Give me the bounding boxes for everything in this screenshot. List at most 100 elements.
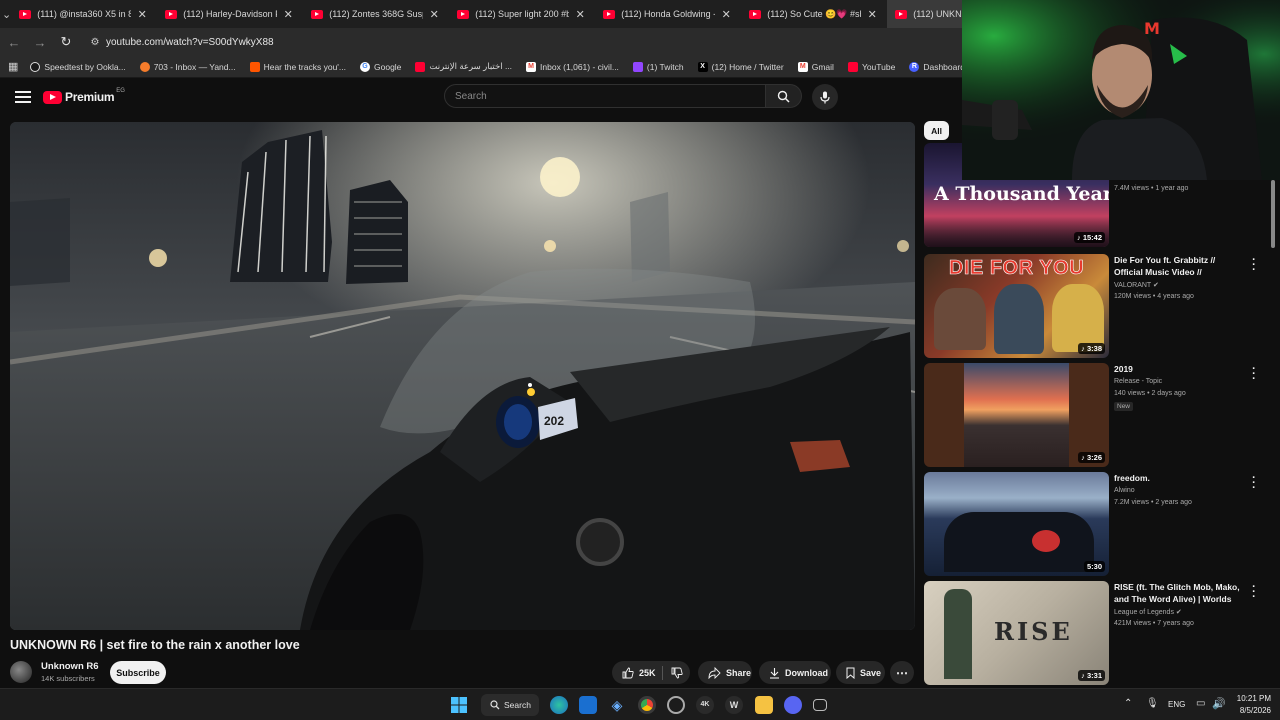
microphone-icon[interactable]: 🎙 [1146,698,1159,709]
clock-time[interactable]: 10:21 PM [1233,694,1271,703]
menu-icon[interactable] [15,91,31,103]
video-player[interactable]: 202 [10,122,915,630]
chrome-icon[interactable] [638,696,656,714]
bookmark-item[interactable]: G Google [360,61,401,72]
clock-app-icon[interactable] [667,696,685,714]
video-thumbnail[interactable]: RISE ♪ 3:31 [924,581,1109,685]
verified-icon: ✔ [1153,282,1159,289]
reload-icon[interactable]: ↻ [54,30,78,54]
more-vertical-icon[interactable]: · · · [1250,364,1258,385]
close-icon[interactable]: ✕ [865,8,879,21]
channel-name: Alwino [1114,487,1135,494]
like-button[interactable]: 25K [612,667,662,679]
tab-label: (112) Super light 200 #bobl [475,9,570,19]
webcam-frame: M [962,0,1280,180]
tab-label: (112) Honda Goldwing - Yo [621,9,715,19]
more-vertical-icon[interactable]: · · · [1250,255,1258,276]
apps-grid-icon[interactable]: ▦ [8,60,18,73]
chip-all[interactable]: All [924,121,949,140]
subscribe-button[interactable]: Subscribe [110,661,166,684]
app-icon[interactable]: ◈ [608,696,626,714]
download-button[interactable]: Download [759,661,831,684]
scrollbar[interactable] [1270,178,1276,678]
browser-tab[interactable]: (112) Honda Goldwing - Yo ✕ [595,0,741,28]
browser-tab[interactable]: (112) Harley-Davidson FXSB ✕ [157,0,303,28]
volume-icon[interactable]: 🔊 [1212,697,1226,710]
bookmark-label: Hear the tracks you'... [263,61,346,72]
close-icon[interactable]: ✕ [573,8,587,21]
more-vertical-icon[interactable]: · · · [1250,582,1258,603]
more-actions-button[interactable]: ⋯ [890,661,914,684]
video-thumbnail[interactable]: 5:30 [924,472,1109,576]
tray-overflow-icon[interactable]: ⌃ [1124,698,1132,709]
network-icon[interactable]: ▭ [1196,698,1205,709]
avatar[interactable] [10,661,32,683]
search-button[interactable] [766,84,802,108]
bookmark-item[interactable]: (1) Twitch [632,61,684,72]
voice-search-button[interactable] [812,84,838,110]
bookmark-item[interactable]: M Inbox (1,061) - civil... [526,61,619,72]
bookmarks-bar: ▦ Speedtest by Ookla... 703 - Inbox — Ya… [0,56,1005,78]
file-explorer-icon[interactable] [755,696,773,714]
video-thumbnail[interactable]: ♪ 3:26 [924,363,1109,467]
taskbar-search[interactable]: Search [481,694,539,716]
close-icon[interactable]: ✕ [135,8,149,21]
browser-tab[interactable]: (112) Super light 200 #bobl✕ [449,0,595,28]
recommendation-item[interactable]: RISE ♪ 3:31 RISE (ft. The Glitch Mob, Ma… [924,581,1274,685]
windows-start-icon[interactable] [450,696,468,714]
clock-date[interactable]: 8/5/2026 [1233,706,1271,715]
url-text: youtube.com/watch?v=S00dYwkyX88 [106,36,274,48]
bookmark-item[interactable]: 703 - Inbox — Yand... [139,61,236,72]
recommendation-item[interactable]: ♪ 3:26 2019 Release - Topic 140 views • … [924,363,1274,467]
edge-icon[interactable] [550,696,568,714]
music-icon [249,61,260,72]
dislike-button[interactable] [663,667,683,679]
close-icon[interactable]: ✕ [719,8,733,21]
youtube-favicon-icon [311,9,324,19]
taskbar-search-label: Search [504,700,531,710]
video-title-text: 2019 [1114,364,1133,374]
close-icon[interactable]: ✕ [427,8,441,21]
share-button[interactable]: Share [698,661,752,684]
close-icon[interactable]: ✕ [281,8,295,21]
language-indicator[interactable]: ENG [1168,700,1185,709]
more-vertical-icon[interactable]: · · · [1250,473,1258,494]
url-field[interactable]: ⚙ youtube.com/watch?v=S00dYwkyX88 [86,31,946,53]
save-button[interactable]: Save [836,661,885,684]
bookmark-item[interactable]: Hear the tracks you'... [249,61,346,72]
back-icon[interactable]: ← [2,30,26,54]
search-input[interactable]: Search [444,84,766,108]
video-thumbnail[interactable]: DIE FOR YOU ♪ 3:38 [924,254,1109,358]
channel-name[interactable]: Unknown R6 [41,661,99,672]
browser-tab[interactable]: (111) @insta360 X5 in 8k is✕ [11,0,157,28]
recommendation-item[interactable]: DIE FOR YOU ♪ 3:38 Die For You ft. Grabb… [924,254,1274,358]
calendar-icon[interactable] [813,699,827,711]
bookmark-item[interactable]: YouTube [847,61,895,72]
bookmark-label: Speedtest by Ookla... [44,61,126,72]
forward-icon[interactable]: → [28,30,52,54]
duration-badge: ♪ 3:31 [1078,670,1105,681]
w-app-icon[interactable]: W [725,696,743,714]
browser-tab[interactable]: (112) Zontes 368G Suspens ✕ [303,0,449,28]
gmail-icon: M [526,61,537,72]
browser-tab[interactable]: (112) So Cute 😊💗 #short ✕ [741,0,887,28]
scrollbar-thumb[interactable] [1271,180,1275,248]
tab-search-dropdown-icon[interactable]: ⌄ [2,2,11,26]
bookmark-item[interactable]: Speedtest by Ookla... [30,61,126,72]
bookmark-item[interactable]: M Gmail [797,61,834,72]
bookmark-item[interactable]: اختبار سرعة الإنترنت ... [415,61,512,72]
video-title-text: RISE (ft. The Glitch Mob, Mako, and The … [1114,582,1240,604]
bookmark-item[interactable]: X (12) Home / Twitter [697,61,784,72]
youtube-logo[interactable]: Premium EG [43,88,125,104]
streamer-logo: M [1144,19,1160,38]
recommendation-item[interactable]: 5:30 freedom. Alwino 7.2M views • 2 year… [924,472,1274,576]
video-meta: 421M views • 7 years ago [1114,620,1194,627]
video-frame: 202 [10,122,915,630]
like-dislike-group: 25K [612,661,690,684]
4k-app-icon[interactable]: 4K [696,696,714,714]
site-info-icon[interactable]: ⚙ [86,37,104,48]
speedometer-readout: 202 [544,414,564,428]
mail-app-icon[interactable] [579,696,597,714]
yandex-icon [139,61,150,72]
discord-icon[interactable] [784,696,802,714]
